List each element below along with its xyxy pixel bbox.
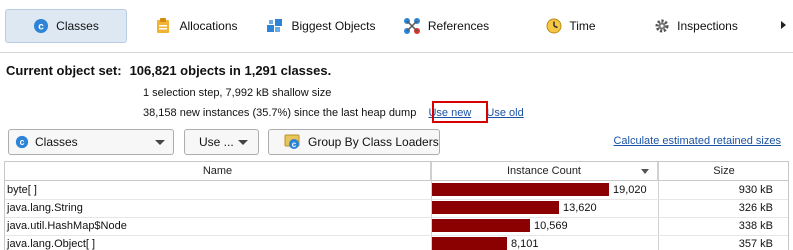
view-tab-bar: c Classes Allocations Biggest Objects Re… — [0, 0, 793, 53]
biggest-objects-icon — [266, 17, 284, 35]
current-object-set-title: Current object set: 106,821 objects in 1,… — [6, 63, 331, 78]
classes-table: Name Instance Count Size byte[ ] 19,020 93… — [4, 161, 789, 250]
use-menu-button[interactable]: Use ... — [184, 129, 259, 155]
column-header-size[interactable]: Size — [658, 162, 788, 180]
tab-label: References — [427, 19, 490, 33]
tab-label: Allocations — [179, 19, 238, 33]
new-instances-text: 38,158 new instances (35.7%) since the l… — [143, 107, 417, 119]
tab-allocations[interactable]: Allocations — [146, 9, 246, 43]
size-cell: 338 kB — [738, 220, 773, 232]
class-name-cell: java.lang.Object[ ] — [7, 238, 96, 250]
classes-icon: c — [33, 18, 49, 34]
table-row[interactable]: java.lang.Object[ ] 8,101 357 kB — [5, 235, 788, 250]
class-name-cell: java.util.HashMap$Node — [7, 220, 127, 232]
instance-count-label: 10,569 — [534, 220, 568, 232]
title-value: 106,821 objects in 1,291 classes. — [129, 63, 332, 78]
svg-text:c: c — [20, 137, 25, 147]
size-cell: 930 kB — [738, 184, 773, 196]
group-button-label: Group By Class Loaders — [308, 135, 439, 149]
size-cell: 326 kB — [738, 202, 773, 214]
calculate-retained-sizes-link[interactable]: Calculate estimated retained sizes — [613, 135, 781, 147]
column-header-name[interactable]: Name — [5, 162, 431, 180]
tab-label: Classes — [56, 19, 99, 33]
tab-time[interactable]: Time — [540, 9, 602, 43]
allocations-icon — [154, 17, 172, 35]
tab-references[interactable]: References — [398, 9, 494, 43]
chevron-down-icon — [155, 140, 165, 145]
tab-biggest-objects[interactable]: Biggest Objects — [262, 9, 380, 43]
column-header-instance-count[interactable]: Instance Count — [431, 162, 658, 180]
table-row[interactable]: java.util.HashMap$Node 10,569 338 kB — [5, 217, 788, 236]
class-name-cell: byte[ ] — [7, 184, 37, 196]
svg-text:c: c — [292, 140, 297, 149]
sort-descending-icon — [641, 169, 649, 174]
tab-overflow-arrow-icon[interactable] — [781, 21, 786, 29]
group-by-class-loaders-button[interactable]: c Group By Class Loaders — [268, 129, 440, 155]
table-row[interactable]: java.lang.String 13,620 326 kB — [5, 199, 788, 218]
instance-count-bar — [432, 201, 559, 214]
instance-count-label: 13,620 — [563, 202, 597, 214]
class-loader-icon: c — [284, 134, 302, 150]
view-select[interactable]: c Classes — [8, 129, 174, 155]
table-row[interactable]: byte[ ] 19,020 930 kB — [5, 181, 788, 200]
tab-label: Inspections — [677, 19, 738, 33]
svg-text:c: c — [38, 22, 44, 33]
title-label: Current object set: — [6, 63, 122, 78]
view-select-value: Classes — [35, 135, 78, 149]
use-old-link[interactable]: Use old — [486, 107, 523, 119]
instance-count-bar — [432, 219, 530, 232]
class-name-cell: java.lang.String — [7, 202, 83, 214]
classes-icon: c — [15, 135, 29, 149]
time-icon — [546, 18, 562, 34]
selection-info: 1 selection step, 7,992 kB shallow size — [143, 87, 332, 99]
tab-classes[interactable]: c Classes — [5, 9, 127, 43]
chevron-down-icon — [238, 140, 248, 145]
use-menu-label: Use ... — [199, 135, 234, 149]
instance-count-bar — [432, 237, 507, 250]
instance-count-bar — [432, 183, 609, 196]
use-new-highlight-box — [432, 101, 488, 123]
tab-inspections[interactable]: Inspections — [648, 9, 744, 43]
size-cell: 357 kB — [738, 238, 773, 250]
column-label: Instance Count — [507, 165, 581, 177]
instance-count-label: 8,101 — [511, 238, 539, 250]
inspections-icon — [654, 18, 670, 34]
tab-label: Time — [569, 19, 596, 33]
table-header: Name Instance Count Size — [5, 162, 788, 181]
tab-label: Biggest Objects — [291, 19, 376, 33]
references-icon — [403, 17, 421, 35]
